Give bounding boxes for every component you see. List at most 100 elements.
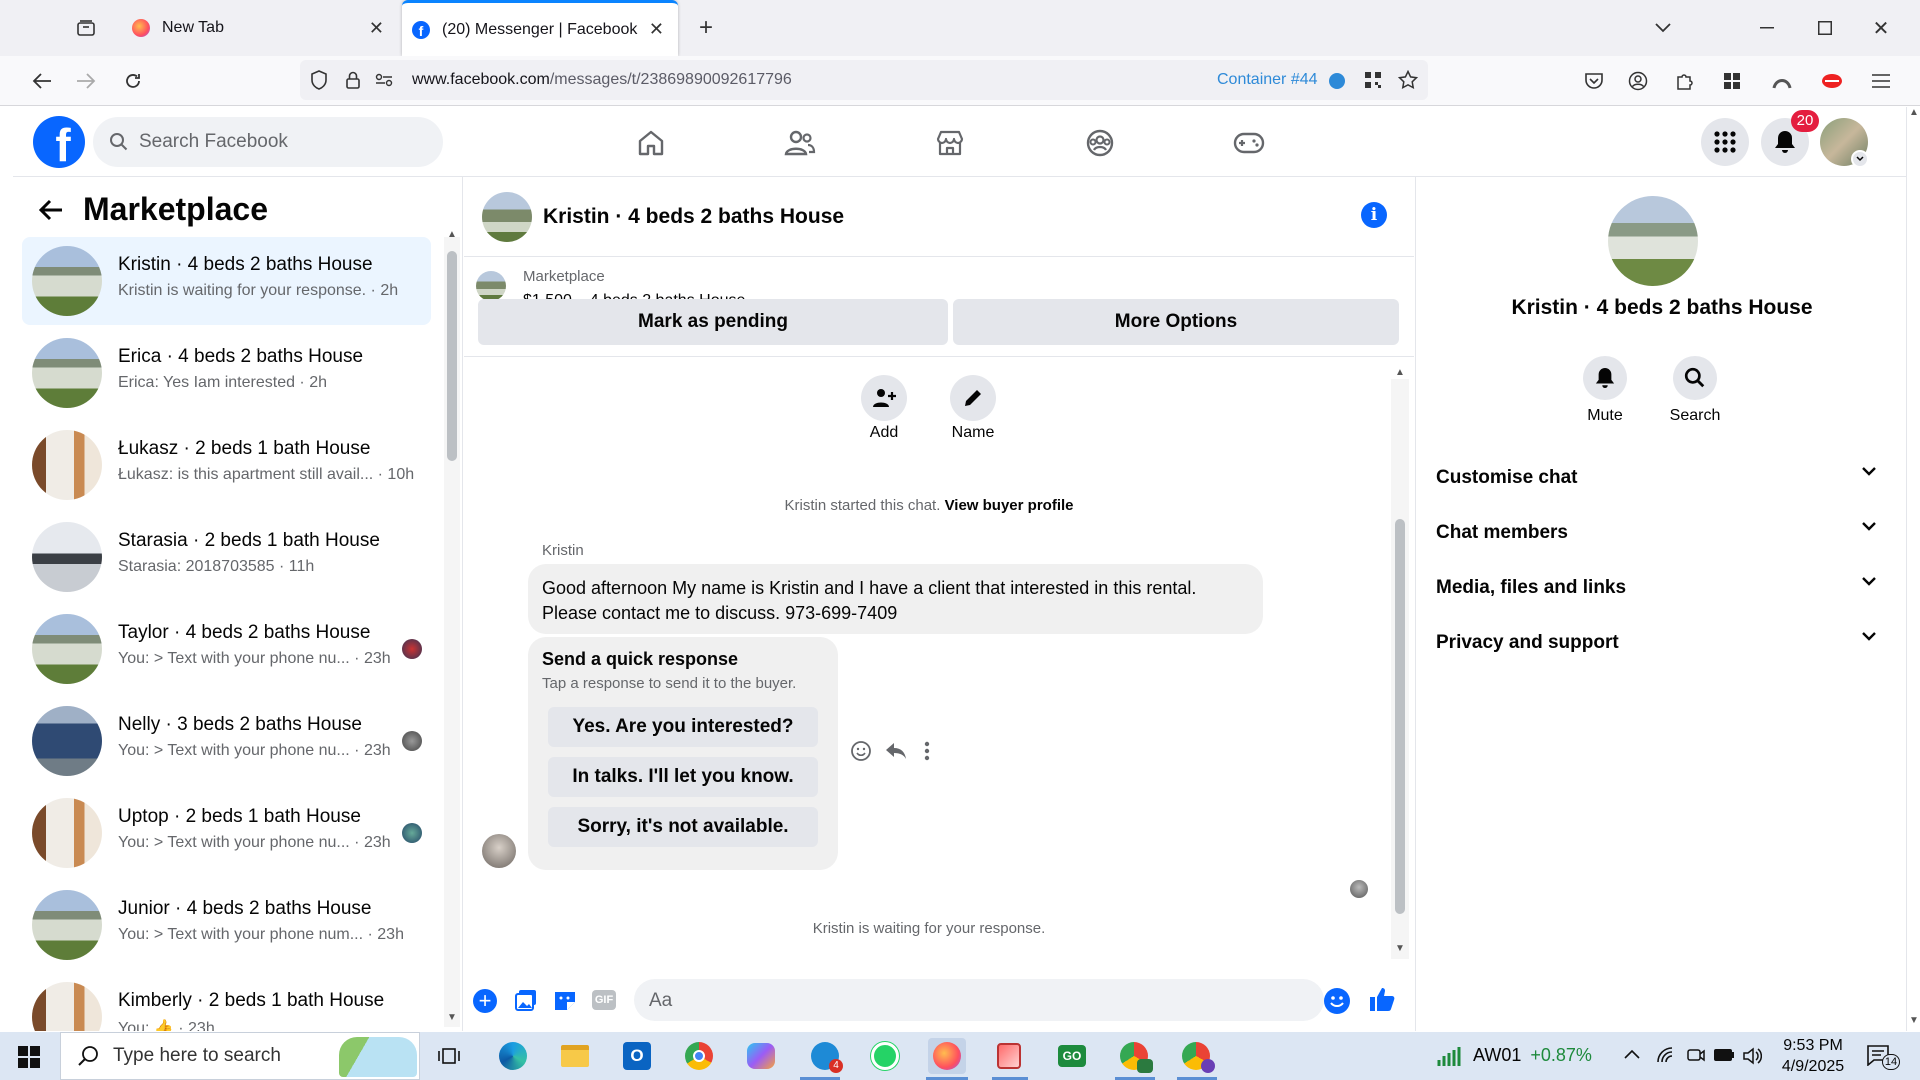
conversation-item[interactable]: Taylor · 4 beds 2 baths House You: > Text… bbox=[22, 605, 431, 693]
qr-code-icon[interactable] bbox=[1360, 67, 1386, 93]
scroll-down-arrow-icon[interactable]: ▼ bbox=[1909, 1015, 1919, 1026]
scroll-down-arrow-icon[interactable]: ▼ bbox=[447, 1012, 457, 1023]
more-actions-icon[interactable] bbox=[924, 740, 930, 762]
scroll-up-arrow-icon[interactable]: ▲ bbox=[1909, 107, 1919, 118]
emoji-picker-icon[interactable] bbox=[1324, 988, 1350, 1014]
reload-icon[interactable] bbox=[120, 68, 146, 94]
back-arrow-icon[interactable] bbox=[29, 68, 55, 94]
chat-avatar[interactable] bbox=[482, 192, 532, 242]
conversation-item[interactable]: Kristin · 4 beds 2 baths House Kristin is… bbox=[22, 237, 431, 325]
groups-icon[interactable] bbox=[1078, 121, 1122, 165]
file-explorer-icon[interactable] bbox=[556, 1038, 594, 1074]
message-bubble[interactable]: Good afternoon My name is Kristin and I … bbox=[528, 564, 1263, 634]
firefox-taskbar-icon[interactable] bbox=[928, 1038, 966, 1074]
gif-icon[interactable]: GIF bbox=[592, 990, 616, 1010]
outlook-icon[interactable]: O bbox=[618, 1038, 656, 1074]
extension-arc-icon[interactable] bbox=[1769, 68, 1795, 94]
sender-avatar[interactable] bbox=[482, 834, 516, 868]
scroll-up-arrow-icon[interactable]: ▲ bbox=[1395, 367, 1405, 378]
account-chevron-icon[interactable] bbox=[1851, 150, 1869, 168]
name-button[interactable] bbox=[950, 375, 996, 421]
stock-widget[interactable]: AW01 +0.87% bbox=[1473, 1045, 1592, 1066]
close-tab-icon[interactable]: ✕ bbox=[369, 18, 384, 39]
hamburger-menu-icon[interactable] bbox=[1868, 68, 1894, 94]
chrome-profile-r-icon[interactable] bbox=[1177, 1038, 1215, 1074]
url-text[interactable]: www.facebook.com/messages/t/238698900926… bbox=[412, 71, 792, 89]
sticker-icon[interactable] bbox=[553, 988, 577, 1012]
tab-new-tab[interactable]: New Tab ✕ bbox=[118, 0, 398, 56]
url-bar[interactable]: www.facebook.com/messages/t/238698900926… bbox=[300, 60, 1428, 100]
home-icon[interactable] bbox=[629, 121, 673, 165]
close-window-icon[interactable]: ✕ bbox=[1868, 15, 1894, 41]
maximize-window-icon[interactable] bbox=[1812, 15, 1838, 41]
meet-now-icon[interactable] bbox=[1686, 1046, 1706, 1066]
react-smiley-icon[interactable] bbox=[850, 740, 872, 762]
conversation-item[interactable]: Uptop · 2 beds 1 bath House You: > Text w… bbox=[22, 789, 431, 877]
green-app-icon[interactable]: GO bbox=[1053, 1038, 1091, 1074]
battery-icon[interactable] bbox=[1713, 1048, 1735, 1062]
page-scrollbar[interactable]: ▲ ▼ bbox=[1906, 107, 1920, 1031]
scroll-down-arrow-icon[interactable]: ▼ bbox=[1395, 943, 1405, 954]
clock[interactable]: 9:53 PM 4/9/2025 bbox=[1768, 1035, 1858, 1077]
extensions-puzzle-icon[interactable] bbox=[1672, 68, 1698, 94]
menu-grid-icon[interactable] bbox=[1701, 118, 1749, 166]
plus-circle-icon[interactable]: + bbox=[473, 989, 497, 1013]
conversation-item[interactable]: Łukasz · 2 beds 1 bath House Łukasz: is t… bbox=[22, 421, 431, 509]
listing-avatar[interactable] bbox=[1608, 196, 1698, 286]
conversation-scrollbar[interactable]: ▲ bbox=[444, 229, 460, 1027]
apps-grid-icon[interactable] bbox=[1719, 68, 1745, 94]
photo-gallery-icon[interactable] bbox=[514, 988, 538, 1012]
volume-icon[interactable] bbox=[1742, 1046, 1762, 1066]
permissions-icon[interactable] bbox=[371, 67, 397, 93]
tab-overview-icon[interactable] bbox=[73, 15, 99, 41]
scrollbar-thumb[interactable] bbox=[1395, 519, 1405, 914]
message-input[interactable]: Aa bbox=[634, 979, 1324, 1021]
forward-arrow-icon[interactable] bbox=[73, 68, 99, 94]
edge-icon[interactable] bbox=[494, 1038, 532, 1074]
privacy-support-section[interactable]: Privacy and support bbox=[1436, 632, 1876, 654]
add-person-button[interactable] bbox=[861, 375, 907, 421]
conversation-item[interactable]: Nelly · 3 beds 2 baths House You: > Text … bbox=[22, 697, 431, 785]
whatsapp-icon[interactable] bbox=[866, 1038, 904, 1074]
reply-arrow-icon[interactable] bbox=[885, 741, 907, 761]
notification-center-icon[interactable]: 14 bbox=[1866, 1044, 1900, 1070]
marketplace-icon[interactable] bbox=[928, 121, 972, 165]
list-all-tabs-chevron-icon[interactable] bbox=[1650, 15, 1676, 41]
conversation-item[interactable]: Starasia · 2 beds 1 bath House Starasia: … bbox=[22, 513, 431, 601]
windows-start-icon[interactable] bbox=[18, 1046, 40, 1068]
chrome-icon[interactable] bbox=[680, 1038, 718, 1074]
back-arrow-icon[interactable] bbox=[39, 199, 63, 221]
customise-chat-section[interactable]: Customise chat bbox=[1436, 467, 1876, 489]
scroll-up-arrow-icon[interactable]: ▲ bbox=[447, 229, 457, 240]
padlock-icon[interactable] bbox=[340, 67, 366, 93]
chat-title[interactable]: Kristin · 4 beds 2 baths House bbox=[543, 205, 844, 229]
scrollbar-thumb[interactable] bbox=[447, 251, 457, 461]
search-facebook-input[interactable]: Search Facebook bbox=[93, 117, 443, 167]
chat-scrollbar[interactable]: ▲ ▼ bbox=[1391, 367, 1409, 959]
wifi-icon[interactable] bbox=[1656, 1046, 1676, 1064]
new-tab-plus-icon[interactable]: + bbox=[693, 14, 719, 41]
quick-reply-button[interactable]: Sorry, it's not available. bbox=[548, 807, 818, 847]
thumbs-up-icon[interactable] bbox=[1368, 985, 1396, 1013]
view-buyer-profile-link[interactable]: View buyer profile bbox=[945, 497, 1074, 514]
conversation-item[interactable]: Erica · 4 beds 2 baths House Erica: Yes I… bbox=[22, 329, 431, 417]
quick-reply-button[interactable]: In talks. I'll let you know. bbox=[548, 757, 818, 797]
show-hidden-icons-chevron-icon[interactable] bbox=[1624, 1049, 1640, 1059]
extension-red-icon[interactable] bbox=[1819, 68, 1845, 94]
close-tab-icon[interactable]: ✕ bbox=[649, 19, 664, 40]
tracking-shield-icon[interactable] bbox=[306, 67, 332, 93]
info-icon[interactable]: i bbox=[1361, 202, 1387, 228]
mute-button[interactable] bbox=[1583, 356, 1627, 400]
gaming-icon[interactable] bbox=[1227, 121, 1271, 165]
more-options-button[interactable]: More Options bbox=[953, 299, 1399, 345]
taskbar-search-box[interactable]: Type here to search bbox=[60, 1032, 420, 1080]
listing-thumbnail[interactable] bbox=[476, 271, 506, 301]
pocket-icon[interactable] bbox=[1581, 68, 1607, 94]
tab-messenger[interactable]: f (20) Messenger | Facebook ✕ bbox=[402, 0, 678, 56]
search-conversation-button[interactable] bbox=[1673, 356, 1717, 400]
friends-icon[interactable] bbox=[778, 121, 822, 165]
bookmark-star-icon[interactable] bbox=[1395, 67, 1421, 93]
minimize-window-icon[interactable] bbox=[1754, 15, 1780, 41]
task-view-icon[interactable] bbox=[430, 1038, 468, 1074]
media-files-links-section[interactable]: Media, files and links bbox=[1436, 577, 1876, 599]
